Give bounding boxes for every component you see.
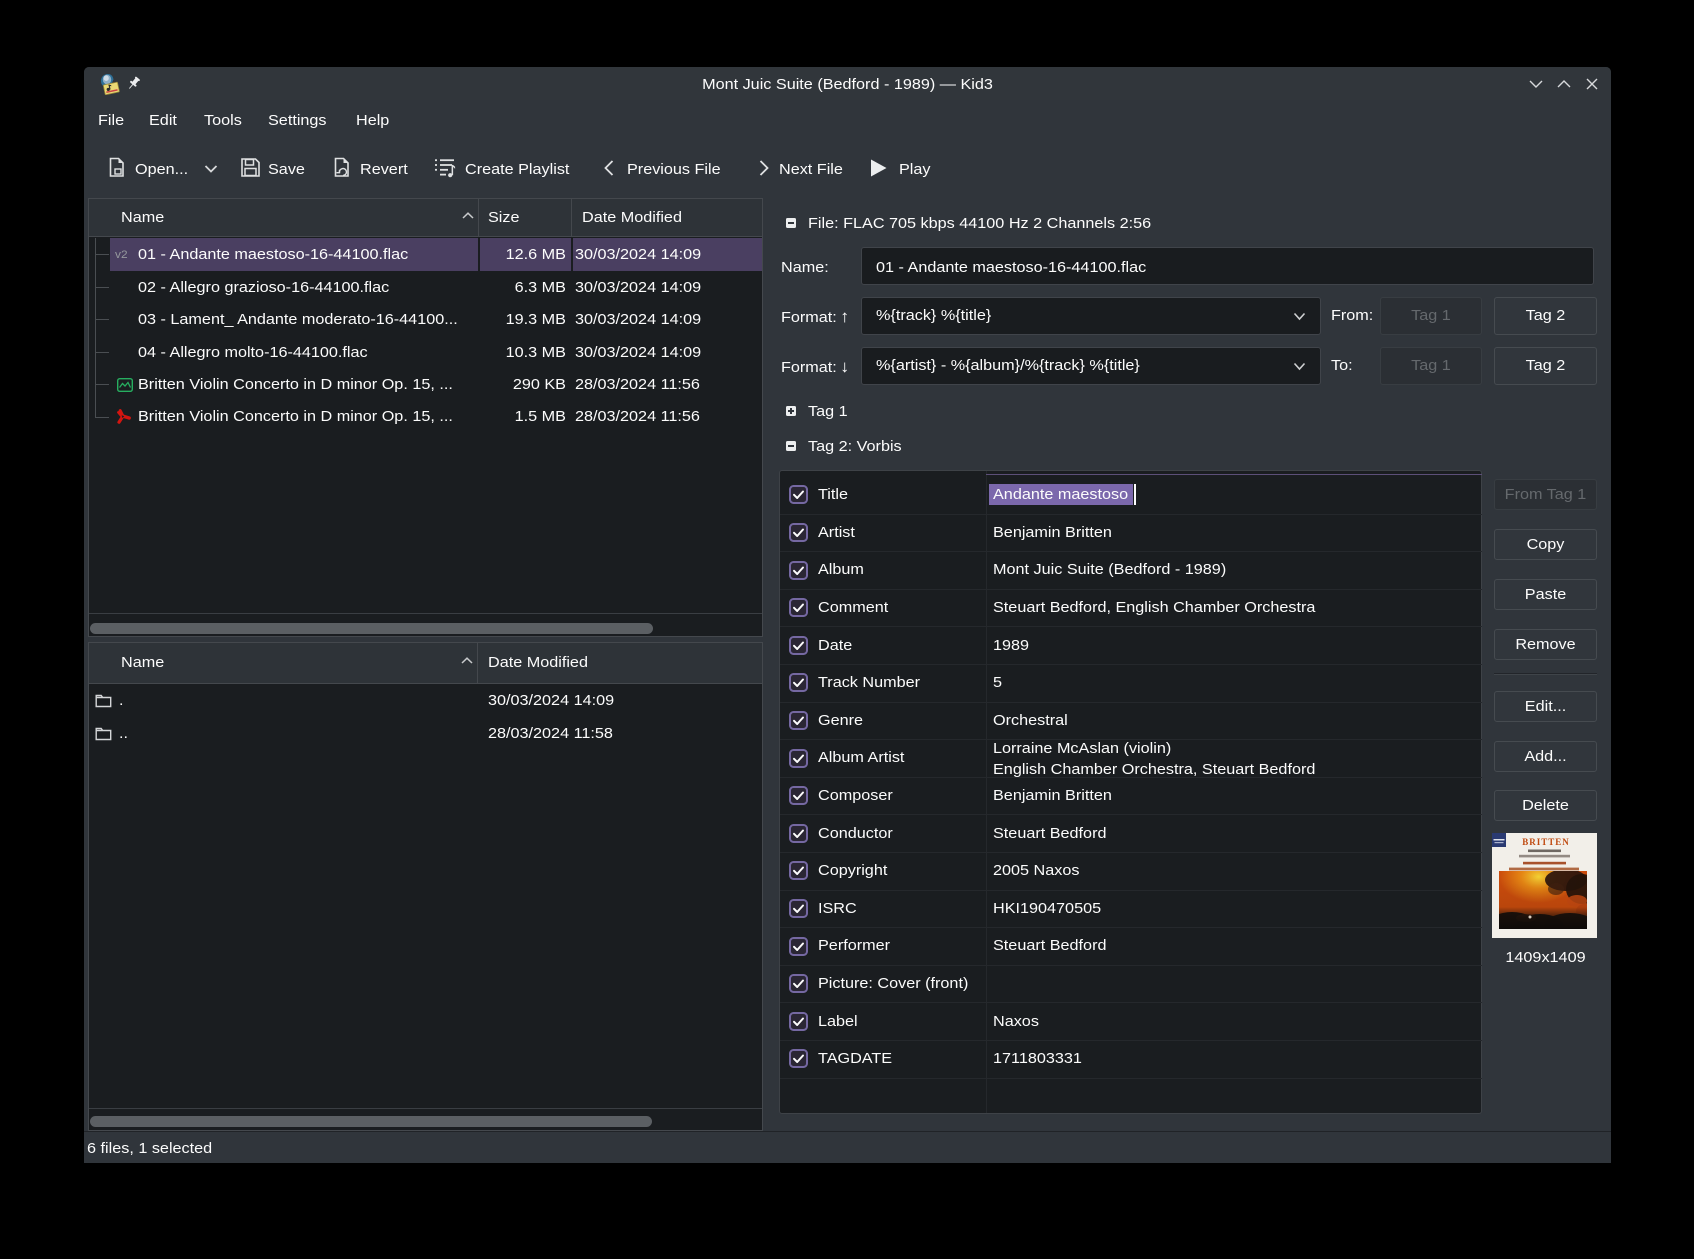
svg-text:BRITTEN: BRITTEN xyxy=(1522,837,1570,847)
